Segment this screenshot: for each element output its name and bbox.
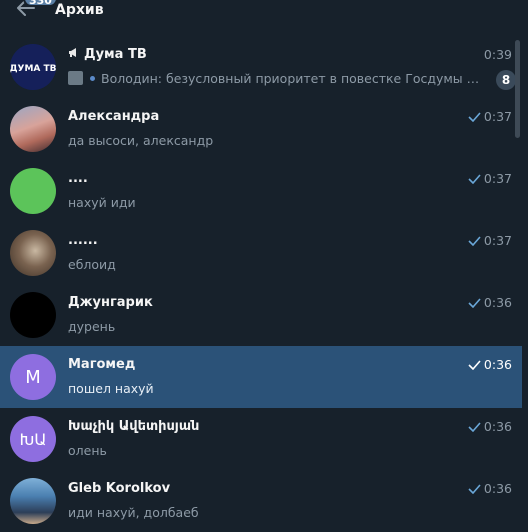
chat-row-dots-6[interactable]: ...... 0:37 еблоид [0,222,522,284]
scrollbar-thumb[interactable] [515,40,520,138]
chat-time: 0:36 [468,419,512,434]
read-check-icon [468,111,481,122]
chat-name: Джунгарик [68,295,153,310]
chat-name: Магомед [68,357,136,372]
chat-preview: олень [68,443,107,458]
back-unread-badge: 330 [23,0,58,7]
chat-name: Խաչիկ Ավետիսյան [68,419,200,434]
chat-row-khachik[interactable]: ԽԱ Խաչիկ Ավետիսյան 0:36 олень [0,408,522,470]
chat-row-dots-4[interactable]: .... 0:37 нахуй иди [0,160,522,222]
chat-preview: дурень [68,319,116,334]
read-check-icon [468,483,481,494]
chat-list: ДУМА ТВ Дума ТВ 0:39 Володин: безусловны… [0,36,522,532]
chat-row-magomed[interactable]: М Магомед 0:36 пошел нахуй [0,346,522,408]
chat-name: .... [68,171,88,186]
chat-time: 0:37 [468,109,512,124]
chat-preview: нахуй иди [68,195,136,210]
avatar: ԽԱ [10,416,56,462]
duma-tv-logo: ДУМА ТВ [10,44,56,90]
avatar [10,106,56,152]
megaphone-icon [68,47,80,62]
read-check-icon [468,235,481,246]
avatar: ДУМА ТВ [10,44,56,90]
chat-row-aleksandra[interactable]: Александра 0:37 да высоси, александр [0,98,522,160]
bullet-icon [90,76,95,81]
unread-badge: 8 [496,70,516,90]
chat-preview: еблоид [68,257,116,272]
chat-preview: да высоси, александр [68,133,214,148]
svg-text:ДУМА ТВ: ДУМА ТВ [10,64,56,74]
chat-time: 0:37 [468,233,512,248]
chat-name: Дума ТВ [84,47,147,62]
read-check-icon [468,297,481,308]
avatar: М [10,354,56,400]
read-check-icon [468,359,481,370]
read-check-icon [468,421,481,432]
chat-preview: иди нахуй, долбаеб [68,505,199,520]
avatar [10,168,56,214]
chat-preview: Володин: безусловный приоритет в повестк… [101,71,483,86]
chat-row-duma-tv[interactable]: ДУМА ТВ Дума ТВ 0:39 Володин: безусловны… [0,36,522,98]
chat-name: Gleb Korolkov [68,481,171,496]
avatar [10,292,56,338]
chat-time: 0:39 [483,47,512,62]
header: 330 Архив [0,0,528,28]
avatar [10,478,56,524]
chat-time: 0:36 [468,295,512,310]
page-title: Архив [55,2,104,18]
chat-time: 0:36 [468,357,512,372]
avatar [10,230,56,276]
chat-time: 0:37 [468,171,512,186]
chat-name: ...... [68,233,98,248]
chat-name: Александра [68,109,160,124]
chat-time: 0:36 [468,481,512,496]
chat-row-gleb[interactable]: Gleb Korolkov 0:36 иди нахуй, долбаеб [0,470,522,532]
chat-row-dzhungarik[interactable]: Джунгарик 0:36 дурень [0,284,522,346]
read-check-icon [468,173,481,184]
chat-preview: пошел нахуй [68,381,154,396]
